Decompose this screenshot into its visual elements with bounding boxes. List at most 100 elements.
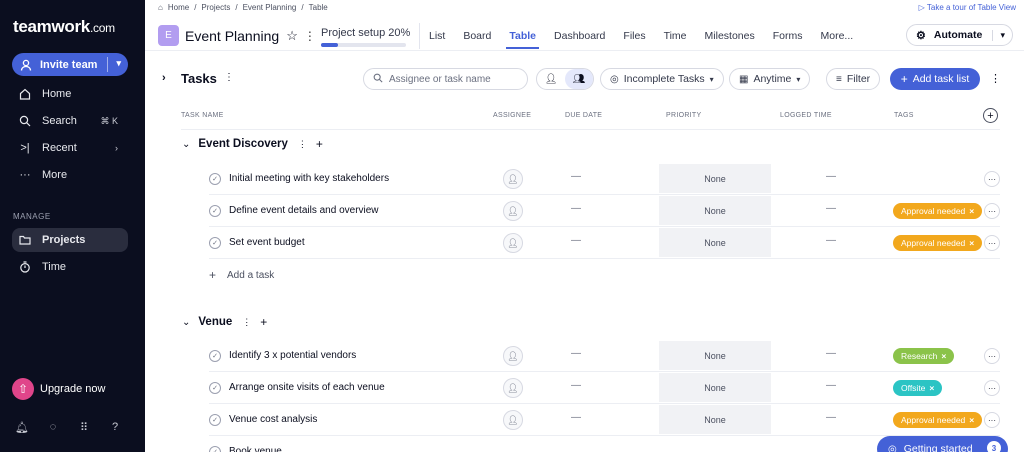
table-row[interactable]: ✓ Arrange onsite visits of each venue 👤︎ — N… [181, 372, 1000, 404]
single-user-icon[interactable]: 👤︎ [537, 69, 565, 89]
assignee-toggle[interactable]: 👤︎ 👥︎ [536, 68, 594, 90]
priority-cell[interactable]: None [659, 228, 771, 257]
row-menu-icon[interactable]: ··· [984, 380, 1000, 396]
table-row[interactable]: ✓ Define event details and overview 👤︎ — Non… [181, 195, 1000, 227]
table-row[interactable]: ✓ Identify 3 x potential vendors 👤︎ — None — ·… [181, 340, 1000, 372]
logged-time[interactable]: — [826, 412, 836, 423]
project-title[interactable]: Event Planning [185, 28, 279, 44]
date-filter[interactable]: ▦ Anytime ▾ [729, 68, 811, 90]
add-icon[interactable]: + [316, 137, 323, 151]
tab-table[interactable]: Table [500, 23, 545, 49]
task-name[interactable]: Arrange onsite visits of each venue [229, 382, 385, 393]
team-icon[interactable]: 👥︎ [565, 69, 593, 89]
row-menu-icon[interactable]: ··· [984, 348, 1000, 364]
task-list-name[interactable]: Event Discovery [198, 138, 288, 150]
due-date[interactable]: — [571, 203, 581, 214]
sidebar-item-search[interactable]: Search ⌘ K [12, 109, 128, 133]
tab-more[interactable]: More... [811, 23, 862, 49]
tag-badge[interactable]: Research × [893, 348, 955, 364]
task-list-menu-icon[interactable]: ⋮ [298, 139, 307, 150]
table-row[interactable]: ✓ Set event budget 👤︎ — None — ··· Approval nee… [181, 227, 1000, 259]
task-name[interactable]: Set event budget [229, 237, 305, 248]
chevron-down-icon[interactable]: ▾ [992, 29, 1005, 41]
sidebar-item-home[interactable]: Home [12, 82, 128, 106]
automate-button[interactable]: ⚙ Automate ▾ [906, 24, 1013, 46]
row-menu-icon[interactable]: ··· [984, 235, 1000, 251]
due-date[interactable]: — [571, 235, 581, 246]
tab-list[interactable]: List [419, 23, 454, 49]
complete-checkbox[interactable]: ✓ [209, 237, 221, 249]
sidebar-item-recent[interactable]: >| Recent › [12, 136, 128, 160]
priority-cell[interactable]: None [659, 196, 771, 225]
apps-grid-icon[interactable]: ⠿ [78, 421, 90, 434]
due-date[interactable]: — [571, 171, 581, 182]
tab-time[interactable]: Time [655, 23, 696, 49]
row-menu-icon[interactable]: ··· [984, 412, 1000, 428]
breadcrumb-home[interactable]: Home [168, 3, 189, 12]
collapse-icon[interactable]: › [162, 72, 166, 84]
breadcrumb-projects[interactable]: Projects [201, 3, 230, 12]
upgrade-now-button[interactable]: ⇧ Upgrade now [12, 378, 105, 400]
remove-tag-icon[interactable]: × [941, 351, 946, 361]
filter-button[interactable]: ≡ Filter [826, 68, 881, 90]
task-name[interactable]: Venue cost analysis [229, 414, 317, 425]
help-icon[interactable]: ? [109, 421, 121, 433]
chevron-down-icon[interactable]: ⌄ [182, 317, 190, 328]
star-icon[interactable]: ☆ [286, 28, 298, 44]
sidebar-item-projects[interactable]: Projects [12, 228, 128, 252]
sidebar-item-more[interactable]: ··· More [12, 163, 128, 187]
remove-tag-icon[interactable]: × [969, 415, 974, 425]
tag-badge[interactable]: Approval needed × [893, 203, 983, 219]
column-header-logged-time[interactable]: LOGGED TIME [780, 112, 832, 119]
priority-cell[interactable]: None [659, 373, 771, 402]
remove-tag-icon[interactable]: × [929, 383, 934, 393]
logged-time[interactable]: — [826, 171, 836, 182]
row-menu-icon[interactable]: ··· [984, 203, 1000, 219]
column-header-task-name[interactable]: TASK NAME [181, 112, 224, 119]
logged-time[interactable]: — [826, 235, 836, 246]
tag-badge[interactable]: Offsite × [893, 380, 943, 396]
logged-time[interactable]: — [826, 380, 836, 391]
priority-cell[interactable]: None [659, 164, 771, 193]
search-input[interactable]: Assignee or task name [363, 68, 528, 90]
chevron-down-icon[interactable]: ⌄ [182, 139, 190, 150]
breadcrumb-project[interactable]: Event Planning [243, 3, 297, 12]
assignee-avatar-icon[interactable]: 👤︎ [503, 169, 523, 189]
task-list-name[interactable]: Venue [198, 316, 232, 328]
project-menu-icon[interactable]: ⋮ [304, 29, 316, 43]
complete-checkbox[interactable]: ✓ [209, 205, 221, 217]
priority-cell[interactable]: None [659, 405, 771, 434]
toolbar-more-icon[interactable]: ⋮ [990, 72, 1001, 85]
due-date[interactable]: — [571, 412, 581, 423]
chevron-down-icon[interactable]: ▾ [116, 58, 121, 69]
task-name[interactable]: Book venue [229, 446, 282, 452]
column-header-tags[interactable]: TAGS [894, 112, 914, 119]
tab-forms[interactable]: Forms [764, 23, 812, 49]
task-name[interactable]: Identify 3 x potential vendors [229, 350, 356, 361]
logged-time[interactable]: — [826, 203, 836, 214]
task-name[interactable]: Define event details and overview [229, 205, 379, 216]
logged-time[interactable]: — [826, 348, 836, 359]
add-task-list-button[interactable]: + Add task list [890, 68, 980, 90]
getting-started-button[interactable]: ◎ Getting started 3 [877, 436, 1008, 452]
tab-board[interactable]: Board [454, 23, 500, 49]
complete-checkbox[interactable]: ✓ [209, 446, 221, 452]
table-row[interactable]: ✓ Initial meeting with key stakeholders 👤︎… [181, 163, 1000, 195]
row-menu-icon[interactable]: ··· [984, 171, 1000, 187]
chat-icon[interactable]: ◌ [47, 421, 59, 433]
due-date[interactable]: — [571, 380, 581, 391]
task-list-menu-icon[interactable]: ⋮ [242, 317, 251, 328]
column-header-assignee[interactable]: ASSIGNEE [493, 112, 531, 119]
tab-dashboard[interactable]: Dashboard [545, 23, 614, 49]
assignee-avatar-icon[interactable]: 👤︎ [503, 233, 523, 253]
due-date[interactable]: — [571, 348, 581, 359]
add-icon[interactable]: + [260, 315, 267, 329]
column-header-due-date[interactable]: DUE DATE [565, 112, 602, 119]
tasks-menu-icon[interactable]: ⋮ [224, 72, 234, 83]
tag-badge[interactable]: Approval needed × [893, 235, 983, 251]
incomplete-tasks-filter[interactable]: ◎ Incomplete Tasks ▾ [600, 68, 724, 90]
assignee-avatar-icon[interactable]: 👤︎ [503, 346, 523, 366]
invite-team-button[interactable]: Invite team ▾ [12, 53, 128, 76]
tab-files[interactable]: Files [614, 23, 654, 49]
project-setup-progress[interactable]: Project setup 20% [321, 27, 410, 47]
